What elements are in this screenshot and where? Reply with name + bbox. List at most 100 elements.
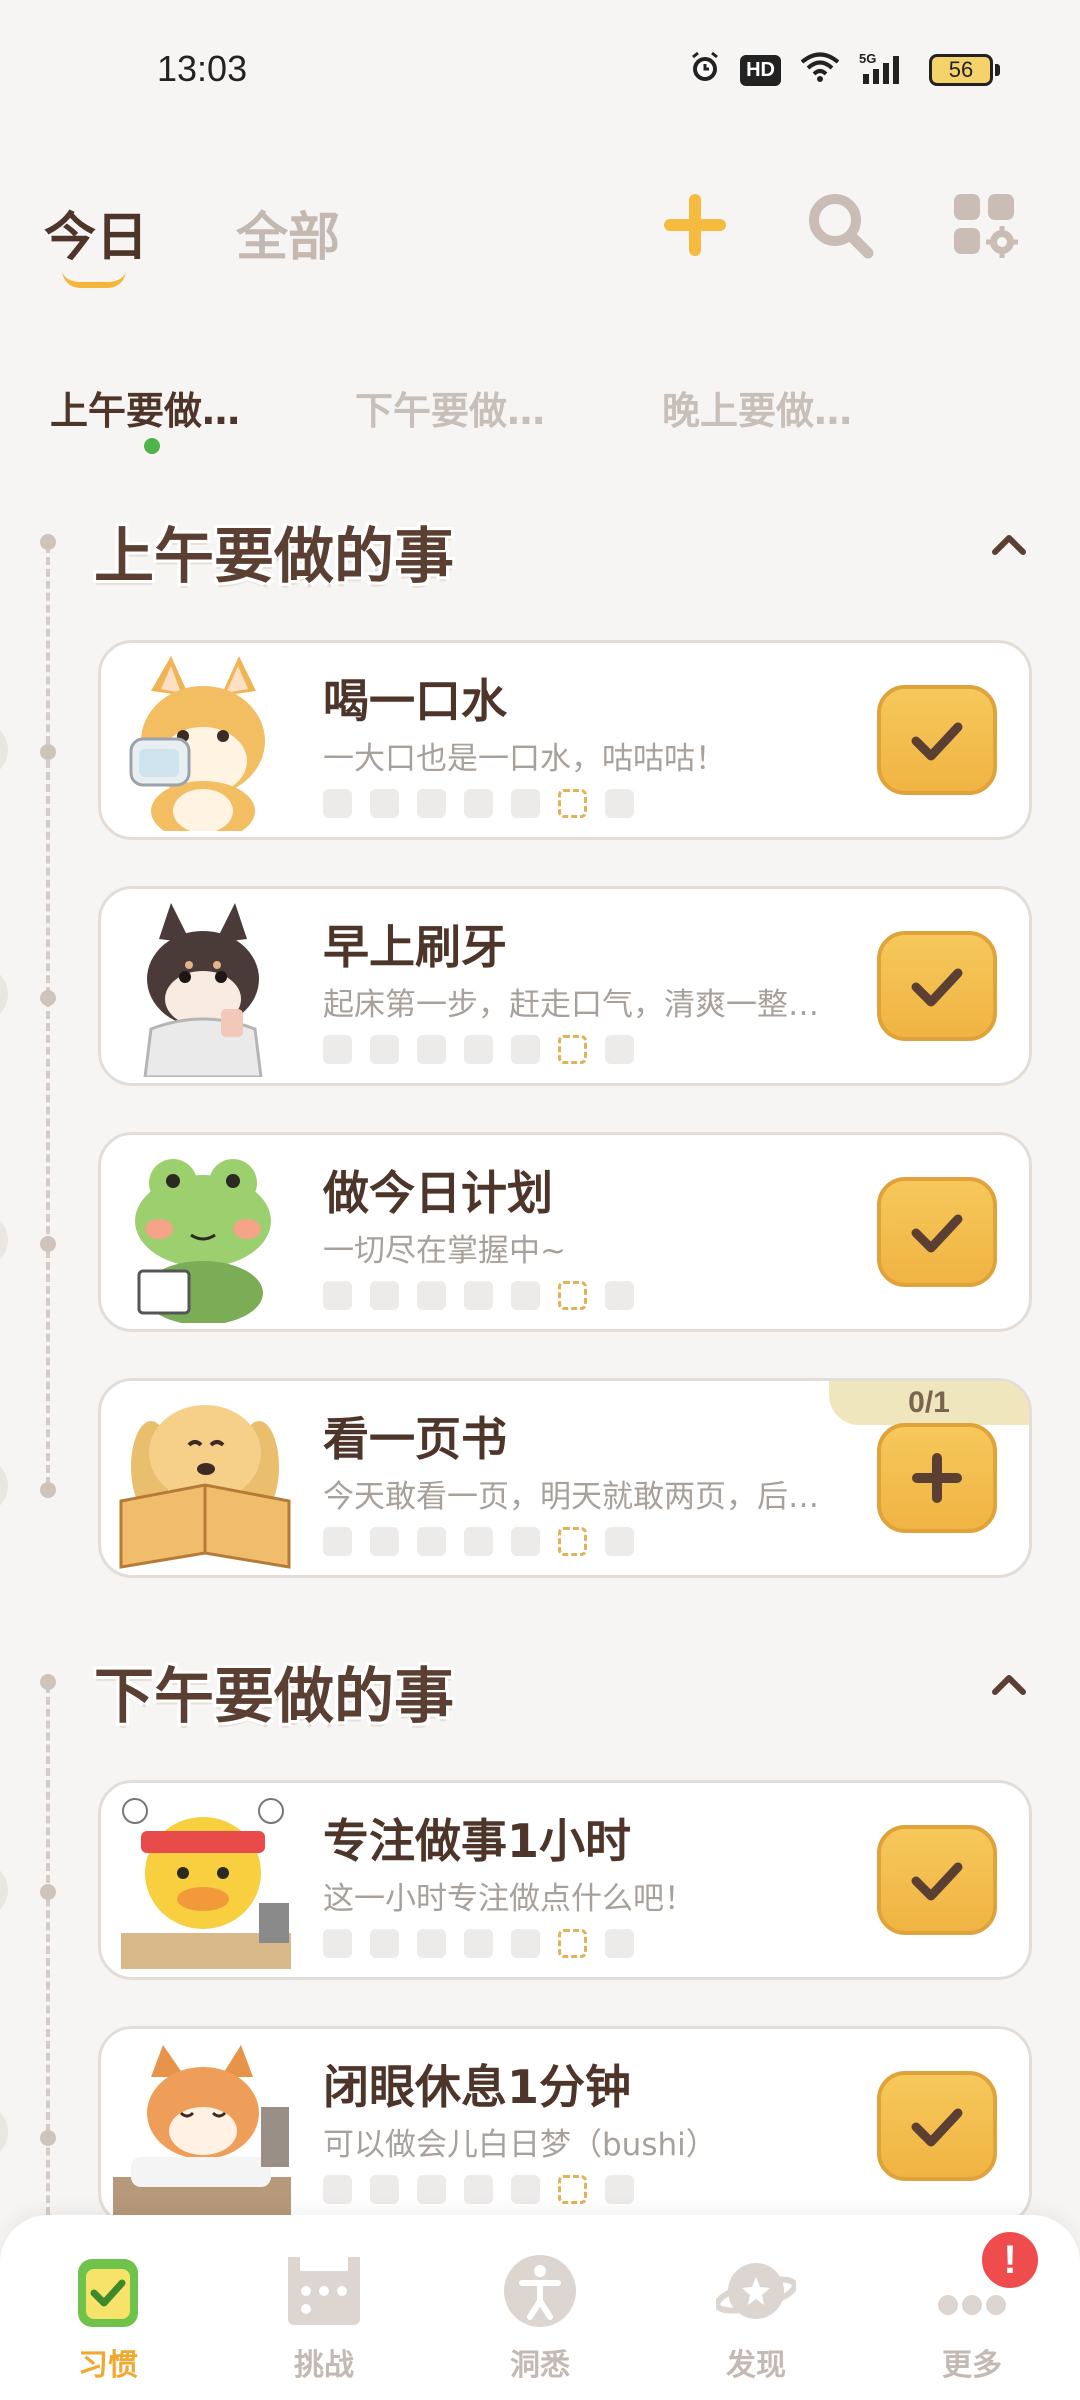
checkmark-icon — [911, 722, 963, 761]
discover-icon — [714, 2251, 798, 2331]
add-progress-button[interactable] — [877, 1423, 997, 1533]
nav-habit[interactable]: 习惯 — [0, 2215, 216, 2400]
tab-afternoon[interactable]: 下午要做… — [355, 380, 545, 435]
day-cell — [511, 1929, 540, 1958]
day-cell-today — [558, 1929, 587, 1958]
day-cell — [370, 1929, 399, 1958]
day-cell — [323, 1035, 352, 1064]
checkmark-icon — [911, 1214, 963, 1253]
frog-planning-illustration — [111, 1143, 291, 1325]
wifi-icon — [799, 51, 841, 89]
day-cell — [323, 789, 352, 818]
grid-settings-icon — [954, 194, 1018, 258]
check-in-button[interactable] — [877, 1177, 997, 1287]
edge-handle — [0, 722, 8, 778]
day-cell — [464, 1527, 493, 1556]
corgi-resting-illustration — [111, 2037, 291, 2217]
nav-discover[interactable]: 发现 — [648, 2215, 864, 2400]
habit-description: 一切尽在掌握中~ — [323, 1233, 566, 1269]
habit-description: 起床第一步，赶走口气，清爽一整… — [323, 987, 819, 1023]
habit-title: 喝一口水 — [323, 674, 507, 728]
habit-card[interactable]: 早上刷牙 起床第一步，赶走口气，清爽一整… — [98, 886, 1032, 1086]
chevron-up-icon — [992, 535, 1026, 555]
habit-description: 一大口也是一口水，咕咕咕！ — [323, 741, 726, 777]
day-cell — [323, 1281, 352, 1310]
edge-handle — [0, 966, 8, 1022]
week-progress — [323, 1281, 634, 1310]
habit-card[interactable]: 看一页书 今天敢看一页，明天就敢两页，后… 0/1 — [98, 1378, 1032, 1578]
nav-insight[interactable]: 洞悉 — [432, 2215, 648, 2400]
day-cell — [417, 1281, 446, 1310]
week-progress — [323, 1527, 634, 1556]
nav-more[interactable]: 更多 — [864, 2215, 1080, 2400]
day-cell — [464, 1929, 493, 1958]
dog-reading-illustration — [111, 1389, 291, 1569]
day-cell — [511, 2175, 540, 2204]
tab-today[interactable]: 今日 — [44, 195, 148, 270]
timeline-line — [46, 545, 50, 1485]
habit-card[interactable]: 做今日计划 一切尽在掌握中~ — [98, 1132, 1032, 1332]
progress-count: 0/1 — [829, 1381, 1029, 1425]
week-progress — [323, 1929, 634, 1958]
day-cell-today — [558, 1527, 587, 1556]
plus-icon — [664, 194, 726, 256]
habit-title: 做今日计划 — [323, 1166, 553, 1220]
status-bar: 13:03 HD 5G 56 — [0, 0, 1080, 130]
day-cell — [605, 1929, 634, 1958]
edge-handle — [0, 1212, 8, 1268]
cellular-signal-icon: 5G — [859, 50, 911, 90]
timeline-dot — [40, 744, 56, 760]
tab-morning[interactable]: 上午要做… — [50, 380, 240, 435]
habit-card[interactable]: 闭眼休息1分钟 可以做会儿白日梦（bushi） — [98, 2026, 1032, 2226]
collapse-morning-button[interactable] — [985, 520, 1033, 568]
plus-icon — [912, 1453, 962, 1503]
tab-all[interactable]: 全部 — [236, 195, 340, 270]
day-cell — [605, 1281, 634, 1310]
timeline-dot — [40, 2130, 56, 2146]
day-cell — [370, 1281, 399, 1310]
week-progress — [323, 1035, 634, 1064]
timeline-dot — [40, 990, 56, 1006]
nav-label: 洞悉 — [510, 2348, 570, 2383]
habit-card[interactable]: 喝一口水 一大口也是一口水，咕咕咕！ — [98, 640, 1032, 840]
day-cell — [511, 1035, 540, 1064]
chevron-up-icon — [992, 1675, 1026, 1695]
day-cell — [511, 1527, 540, 1556]
check-in-button[interactable] — [877, 2071, 997, 2181]
tab-evening[interactable]: 晚上要做… — [662, 380, 852, 435]
day-cell-today — [558, 789, 587, 818]
nav-challenge[interactable]: 挑战 — [216, 2215, 432, 2400]
add-habit-button[interactable] — [655, 185, 735, 265]
day-cell — [323, 2175, 352, 2204]
day-cell — [323, 1929, 352, 1958]
checkmark-icon — [911, 968, 963, 1007]
battery-level: 56 — [929, 54, 993, 86]
nav-label: 习惯 — [78, 2348, 138, 2383]
duck-studying-illustration — [111, 1791, 291, 1971]
collapse-afternoon-button[interactable] — [985, 1660, 1033, 1708]
day-cell — [605, 789, 634, 818]
insight-icon — [500, 2251, 580, 2331]
nav-label: 更多 — [942, 2348, 1002, 2383]
day-cell — [605, 1035, 634, 1064]
period-tabs: 上午要做… 下午要做… 晚上要做… — [0, 370, 1080, 460]
grid-settings-button[interactable] — [945, 185, 1025, 265]
timeline-dot — [40, 1884, 56, 1900]
check-in-button[interactable] — [877, 931, 997, 1041]
network-type-label: 5G — [859, 51, 876, 66]
check-in-button[interactable] — [877, 1825, 997, 1935]
day-cell — [464, 1035, 493, 1064]
checkmark-icon — [911, 2108, 963, 2147]
search-button[interactable] — [800, 185, 880, 265]
week-progress — [323, 2175, 634, 2204]
active-tab-indicator — [62, 270, 126, 288]
habit-card[interactable]: 专注做事1小时 这一小时专注做点什么吧！ — [98, 1780, 1032, 1980]
alarm-icon — [688, 50, 722, 90]
status-icons: HD 5G 56 — [688, 50, 1000, 90]
check-in-button[interactable] — [877, 685, 997, 795]
day-cell — [464, 2175, 493, 2204]
day-cell — [417, 1527, 446, 1556]
active-period-dot — [144, 438, 160, 454]
search-icon — [809, 194, 874, 259]
edge-handle — [0, 2104, 8, 2160]
